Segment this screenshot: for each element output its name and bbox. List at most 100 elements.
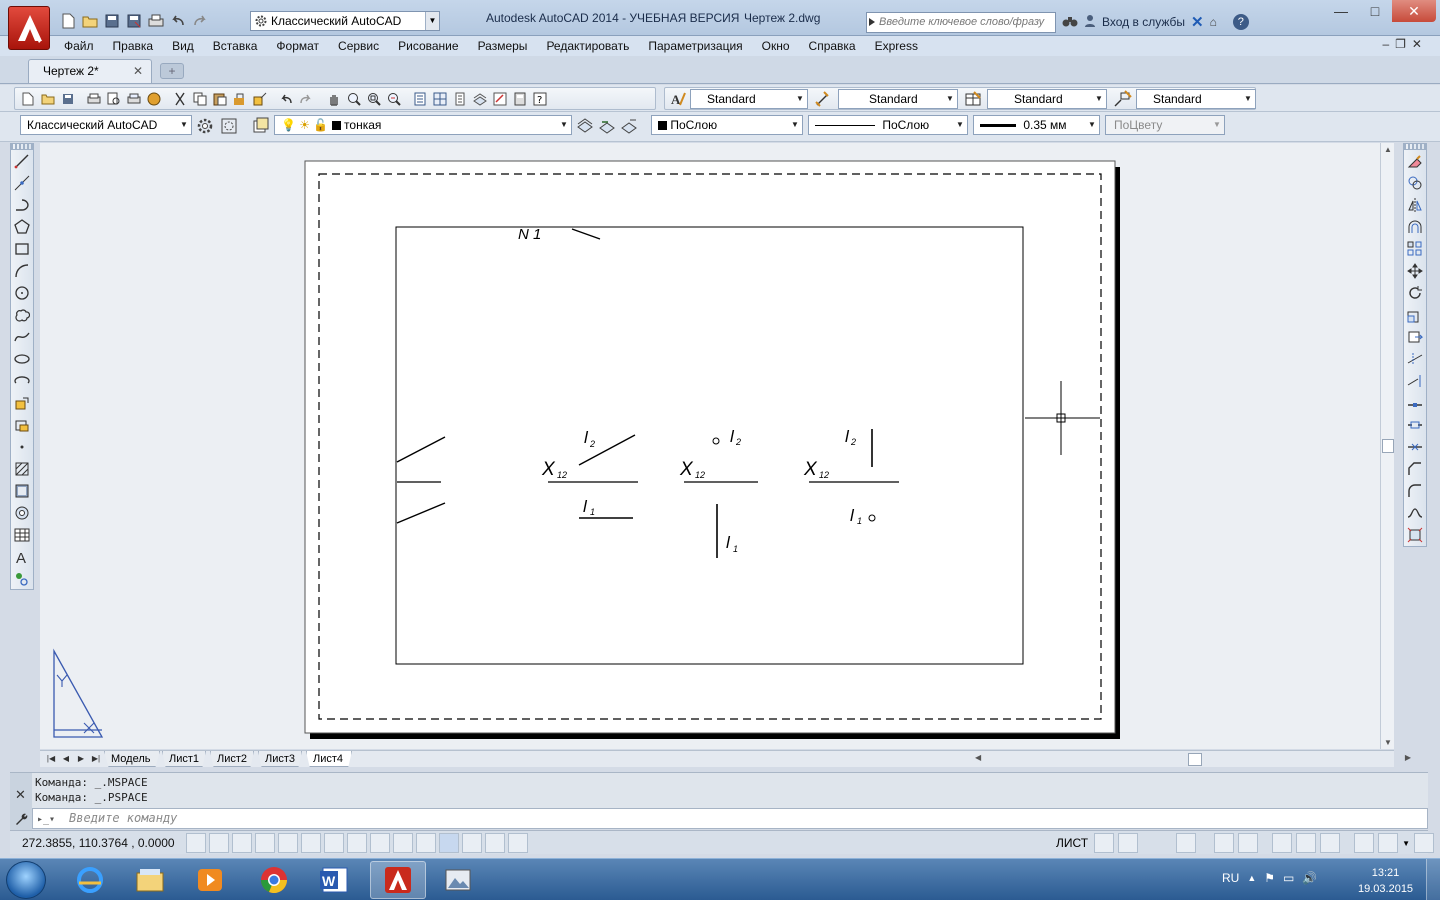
point-icon[interactable]	[11, 436, 33, 458]
coordinates-readout[interactable]: 272.3855, 110.3764 , 0.0000	[22, 836, 175, 850]
scroll-right-icon[interactable]: ▶	[1405, 753, 1411, 762]
search-input[interactable]: Введите ключевое слово/фразу	[866, 12, 1056, 33]
copy-icon[interactable]	[190, 89, 210, 109]
3d-print-icon[interactable]	[144, 89, 164, 109]
start-button[interactable]	[6, 861, 46, 899]
layer-previous-icon[interactable]	[598, 117, 616, 138]
make-block-icon[interactable]	[11, 414, 33, 436]
markup-icon[interactable]	[490, 89, 510, 109]
prev-layout-icon[interactable]: ◀	[59, 752, 73, 766]
publish-icon[interactable]	[124, 89, 144, 109]
customize-icon[interactable]	[220, 117, 238, 138]
scroll-thumb[interactable]	[1382, 439, 1394, 453]
mleader-style-combo[interactable]: Standard ▼	[1136, 89, 1256, 109]
ellipse-icon[interactable]	[11, 348, 33, 370]
language-indicator[interactable]: RU	[1222, 871, 1239, 885]
chevron-down-icon[interactable]: ▼	[1402, 839, 1410, 848]
design-center-icon[interactable]	[430, 89, 450, 109]
join-icon[interactable]	[1404, 436, 1426, 458]
paste-icon[interactable]	[210, 89, 230, 109]
last-layout-icon[interactable]: ▶|	[89, 752, 103, 766]
lock-icon[interactable]	[1296, 833, 1317, 853]
3d-object-snap-icon[interactable]	[324, 833, 344, 853]
calculator-icon[interactable]	[510, 89, 530, 109]
chevron-down-icon[interactable]: ▼	[425, 12, 439, 30]
drawing-canvas[interactable]: N 1 l 2 X 12 l 1 l 2 X 12 l 1 l 2 X 12 l…	[40, 143, 1380, 749]
gradient-icon[interactable]	[11, 480, 33, 502]
chevron-down-icon[interactable]: ▼	[793, 90, 807, 108]
quick-view-drawings-icon[interactable]	[1118, 833, 1139, 853]
command-prompt-icon[interactable]: ▸_▾	[37, 810, 55, 829]
table-style-combo[interactable]: Standard ▼	[987, 89, 1107, 109]
clean-screen-icon[interactable]	[1414, 833, 1435, 853]
chevron-down-icon[interactable]: ▼	[953, 116, 967, 134]
redo-icon[interactable]	[296, 89, 316, 109]
break-icon[interactable]	[1404, 414, 1426, 436]
annotation-monitor-icon[interactable]	[508, 833, 528, 853]
close-icon[interactable]: ✕	[133, 60, 143, 82]
add-selected-icon[interactable]	[11, 568, 33, 590]
menu-draw[interactable]: Рисование	[398, 39, 458, 53]
expand-icon[interactable]	[869, 18, 875, 26]
lineweight-icon[interactable]	[416, 833, 436, 853]
properties-icon[interactable]	[410, 89, 430, 109]
snap-mode-icon[interactable]	[209, 833, 229, 853]
lock-icon[interactable]: 🔓	[313, 118, 328, 132]
pan-icon[interactable]	[324, 89, 344, 109]
table-style-icon[interactable]	[964, 90, 984, 111]
linetype-combo[interactable]: ПоСлою ▼	[808, 115, 968, 135]
blend-curves-icon[interactable]	[1404, 502, 1426, 524]
dim-style-icon[interactable]	[814, 90, 834, 111]
menu-edit[interactable]: Правка	[113, 39, 154, 53]
new-icon[interactable]	[58, 11, 78, 31]
chevron-down-icon[interactable]: ▼	[788, 116, 802, 134]
scale-icon[interactable]	[1404, 304, 1426, 326]
horizontal-scrollbar[interactable]: ◀ ▶	[965, 753, 1415, 766]
open-icon[interactable]	[38, 89, 58, 109]
scroll-down-icon[interactable]: ▼	[1384, 738, 1392, 747]
plot-preview-icon[interactable]	[104, 89, 124, 109]
block-editor-icon[interactable]	[250, 89, 270, 109]
region-icon[interactable]	[11, 502, 33, 524]
chevron-down-icon[interactable]: ▼	[1092, 90, 1106, 108]
cut-icon[interactable]	[170, 89, 190, 109]
help-icon[interactable]: ?	[1232, 14, 1249, 30]
new-tab-button[interactable]: +	[160, 63, 184, 79]
quick-properties-icon[interactable]	[462, 833, 482, 853]
trim-icon[interactable]	[1404, 348, 1426, 370]
tab-layout2[interactable]: Лист2	[210, 751, 254, 767]
zoom-window-icon[interactable]	[364, 89, 384, 109]
clock[interactable]: 13:21 19.03.2015	[1358, 865, 1413, 897]
wrench-icon[interactable]	[13, 811, 29, 830]
volume-icon[interactable]: 🔊	[1302, 871, 1317, 885]
menu-modify[interactable]: Редактировать	[546, 39, 629, 53]
scroll-thumb[interactable]	[1188, 753, 1202, 766]
annotation-scale-icon[interactable]	[1214, 833, 1235, 853]
tab-layout4[interactable]: Лист4	[306, 751, 352, 767]
application-menu-button[interactable]	[8, 6, 50, 50]
media-player-icon[interactable]	[182, 861, 238, 899]
dynamic-input-icon[interactable]	[393, 833, 413, 853]
break-at-point-icon[interactable]	[1404, 392, 1426, 414]
bulb-icon[interactable]	[1378, 833, 1399, 853]
stretch-icon[interactable]	[1404, 326, 1426, 348]
plot-icon[interactable]	[146, 11, 166, 31]
tab-layout1[interactable]: Лист1	[162, 751, 206, 767]
infer-constraints-icon[interactable]	[186, 833, 206, 853]
undo-icon[interactable]	[168, 11, 188, 31]
menu-view[interactable]: Вид	[172, 39, 194, 53]
photos-icon[interactable]	[430, 861, 486, 899]
a360-icon[interactable]: ⌂	[1210, 15, 1217, 29]
circle-icon[interactable]	[11, 282, 33, 304]
rectangle-icon[interactable]	[11, 238, 33, 260]
chrome-icon[interactable]	[246, 861, 302, 899]
undo-icon[interactable]	[276, 89, 296, 109]
chevron-down-icon[interactable]: ▼	[177, 116, 191, 134]
transparency-icon[interactable]	[439, 833, 459, 853]
offset-icon[interactable]	[1404, 216, 1426, 238]
word-icon[interactable]: W	[306, 861, 362, 899]
workspace-toolbar-combo[interactable]: Классический AutoCAD ▼	[20, 115, 192, 135]
signin-link[interactable]: Вход в службы	[1102, 15, 1185, 29]
text-style-icon[interactable]: A	[668, 89, 688, 109]
text-style-combo[interactable]: Standard ▼	[690, 89, 808, 109]
